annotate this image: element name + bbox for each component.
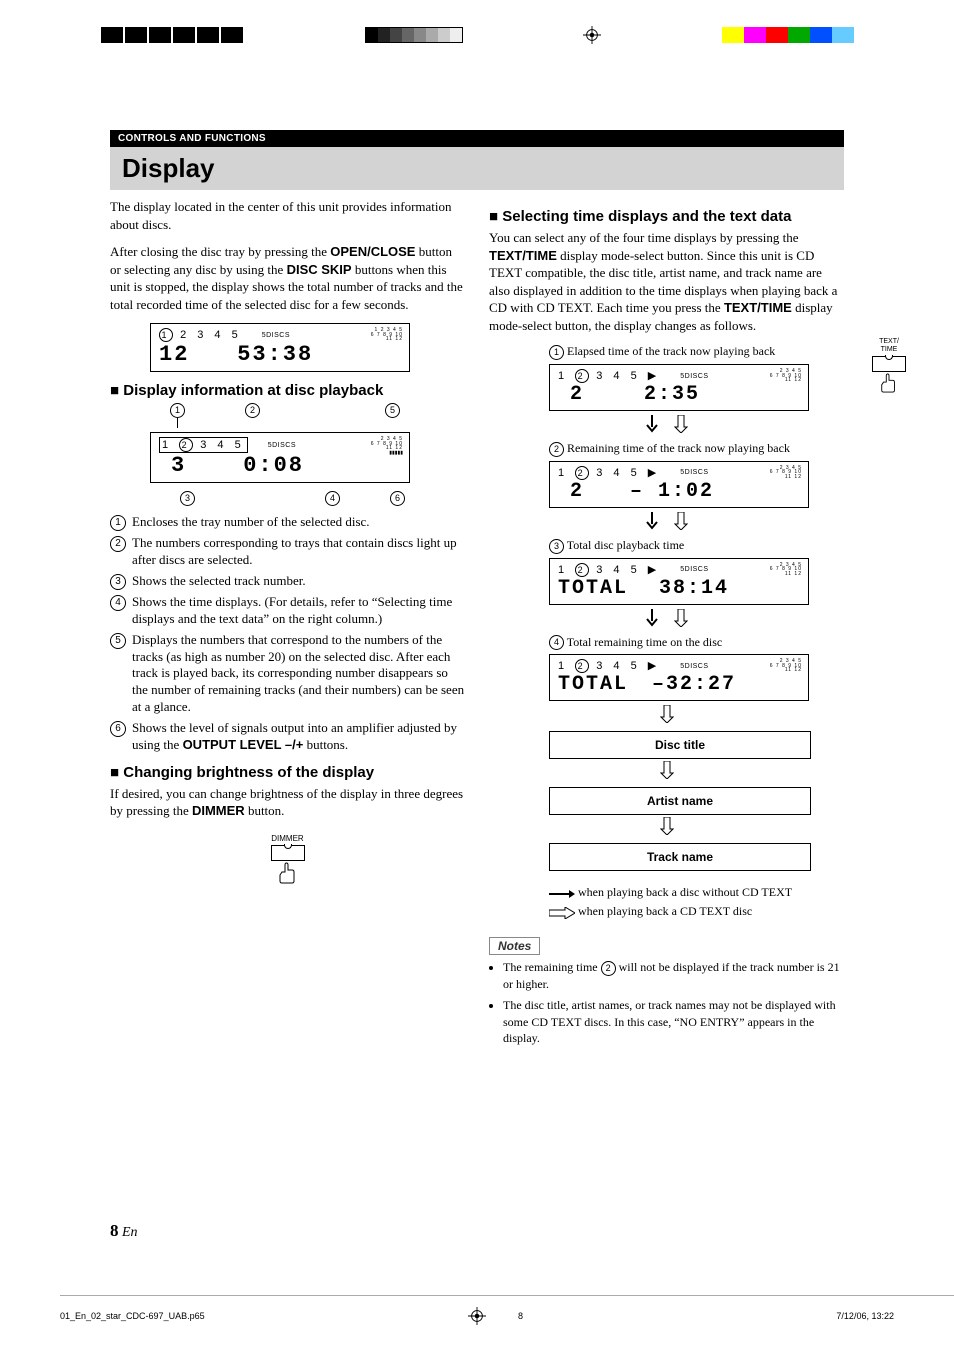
right-column: Selecting time displays and the text dat…	[489, 198, 844, 1051]
list-item: Shows the time displays. (For details, r…	[110, 594, 465, 628]
disc-right: 3 4 5	[200, 439, 244, 451]
time-step-2: 2 Remaining time of the track now playin…	[549, 441, 844, 508]
callout-6: 6	[390, 491, 405, 506]
lcd-display-total: 1 2 3 4 5 5DISCS 1 2 3 4 5 6 7 8 9 10 11…	[150, 323, 410, 372]
after-close-para: After closing the disc tray by pressing …	[110, 243, 465, 313]
total-tracks: 12	[159, 342, 189, 367]
down-arrows	[489, 415, 844, 437]
disc-numbers: 2 3 4 5	[180, 329, 242, 341]
note-item: The disc title, artist names, or track n…	[503, 997, 844, 1047]
play-icon: ▶	[648, 467, 660, 479]
gray-swatches	[365, 27, 463, 43]
display-info-heading: Display information at disc playback	[110, 382, 465, 399]
color-swatches	[722, 27, 854, 43]
dimmer-button-diagram: DIMMER	[238, 834, 338, 889]
disc-left: 1	[162, 439, 172, 451]
footer-date: 7/12/06, 13:22	[836, 1311, 894, 1321]
footer-filename: 01_En_02_star_CDC-697_UAB.p65	[60, 1311, 205, 1321]
list-item: Shows the level of signals output into a…	[110, 720, 465, 754]
lcd-display-playback: 1 2 3 4 5 5DISCS 2 3 4 5 6 7 8 9 10 11 1…	[150, 432, 410, 483]
disc-count-label: 5DISCS	[268, 442, 296, 449]
lcd-total-remaining: 1 2 3 4 5 ▶ 5DISCS 2 3 4 56 7 8 9 1011 1…	[549, 654, 809, 701]
register-mark-icon	[468, 1307, 486, 1325]
callout-3: 3	[180, 491, 195, 506]
register-mark-icon	[583, 26, 601, 44]
text: After closing the disc tray by pressing …	[110, 244, 330, 259]
hollow-down-arrow	[489, 817, 844, 839]
lcd-elapsed: 1 2 3 4 5 ▶ 5DISCS 2 3 4 56 7 8 9 1011 1…	[549, 364, 809, 411]
text-time-button-diagram: TEXT/ TIME	[854, 338, 924, 397]
footer-page: 8	[518, 1311, 523, 1321]
section-title: Display	[110, 147, 844, 190]
play-icon: ▶	[648, 564, 660, 576]
header-bar: CONTROLS AND FUNCTIONS	[110, 130, 844, 147]
lcd-callout-diagram: 1 2 5 1 2 3 4 5 5DISCS	[150, 403, 410, 506]
time-step-3: 3 Total disc playback time 1 2 3 4 5 ▶ 5…	[549, 538, 844, 605]
hand-icon	[238, 861, 338, 889]
elapsed-time: 0:08	[243, 453, 304, 478]
time-displays-heading: Selecting time displays and the text dat…	[489, 208, 844, 225]
intro-para: The display located in the center of thi…	[110, 198, 465, 233]
play-icon: ▶	[648, 660, 660, 672]
footer: 01_En_02_star_CDC-697_UAB.p65 8 7/12/06,…	[0, 1311, 954, 1321]
brightness-para: If desired, you can change brightness of…	[110, 785, 465, 820]
hollow-down-arrow	[489, 705, 844, 727]
hollow-down-arrow	[489, 761, 844, 783]
page-number: 8 En	[110, 1221, 138, 1241]
black-swatches	[100, 26, 244, 44]
disc-count-label: 5DISCS	[262, 332, 290, 339]
selected-disc: 1	[159, 328, 173, 342]
list-item: Displays the numbers that correspond to …	[110, 632, 465, 716]
callout-1: 1	[170, 403, 185, 418]
list-item: The numbers corresponding to trays that …	[110, 535, 465, 569]
arrow-legend: when playing back a disc without CD TEXT…	[549, 885, 844, 919]
callout-5: 5	[385, 403, 400, 418]
disc-title-box: Disc title	[549, 731, 811, 759]
notes-list: The remaining time 2 will not be display…	[503, 959, 844, 1047]
note-item: The remaining time 2 will not be display…	[503, 959, 844, 993]
lcd-remaining: 1 2 3 4 5 ▶ 5DISCS 2 3 4 56 7 8 9 1011 1…	[549, 461, 809, 508]
track-grid: 2 3 4 5 6 7 8 9 10 11 12 ▮▮▮▮▮	[371, 437, 403, 455]
dimmer-label: DIMMER	[238, 834, 338, 843]
play-icon: ▶	[648, 370, 660, 382]
track-name-box: Track name	[549, 843, 811, 871]
track-grid: 1 2 3 4 5 6 7 8 9 10 11 12	[371, 328, 403, 342]
track-number: 3	[171, 453, 186, 478]
time-step-1: 1 Elapsed time of the track now playing …	[549, 344, 844, 411]
dimmer-button-icon	[271, 845, 305, 861]
brightness-heading: Changing brightness of the display	[110, 764, 465, 781]
notes-heading: Notes	[489, 937, 540, 955]
display-info-list: Encloses the tray number of the selected…	[110, 514, 465, 754]
list-item: Shows the selected track number.	[110, 573, 465, 590]
lcd-total: 1 2 3 4 5 ▶ 5DISCS 2 3 4 56 7 8 9 1011 1…	[549, 558, 809, 605]
callout-4: 4	[325, 491, 340, 506]
down-arrows	[489, 609, 844, 631]
hand-icon	[854, 372, 924, 398]
top-crop-marks	[0, 20, 954, 50]
list-item: Encloses the tray number of the selected…	[110, 514, 465, 531]
total-time: 53:38	[237, 342, 313, 367]
time-step-4: 4 Total remaining time on the disc 1 2 3…	[549, 635, 844, 702]
selected-disc: 2	[179, 438, 193, 452]
text-time-button-icon	[872, 356, 906, 372]
down-arrows	[489, 512, 844, 534]
time-displays-para: You can select any of the four time disp…	[489, 229, 844, 334]
disc-skip-label: DISC SKIP	[287, 262, 352, 277]
artist-name-box: Artist name	[549, 787, 811, 815]
callout-2: 2	[245, 403, 260, 418]
left-column: The display located in the center of thi…	[110, 198, 465, 1051]
open-close-label: OPEN/CLOSE	[330, 244, 415, 259]
